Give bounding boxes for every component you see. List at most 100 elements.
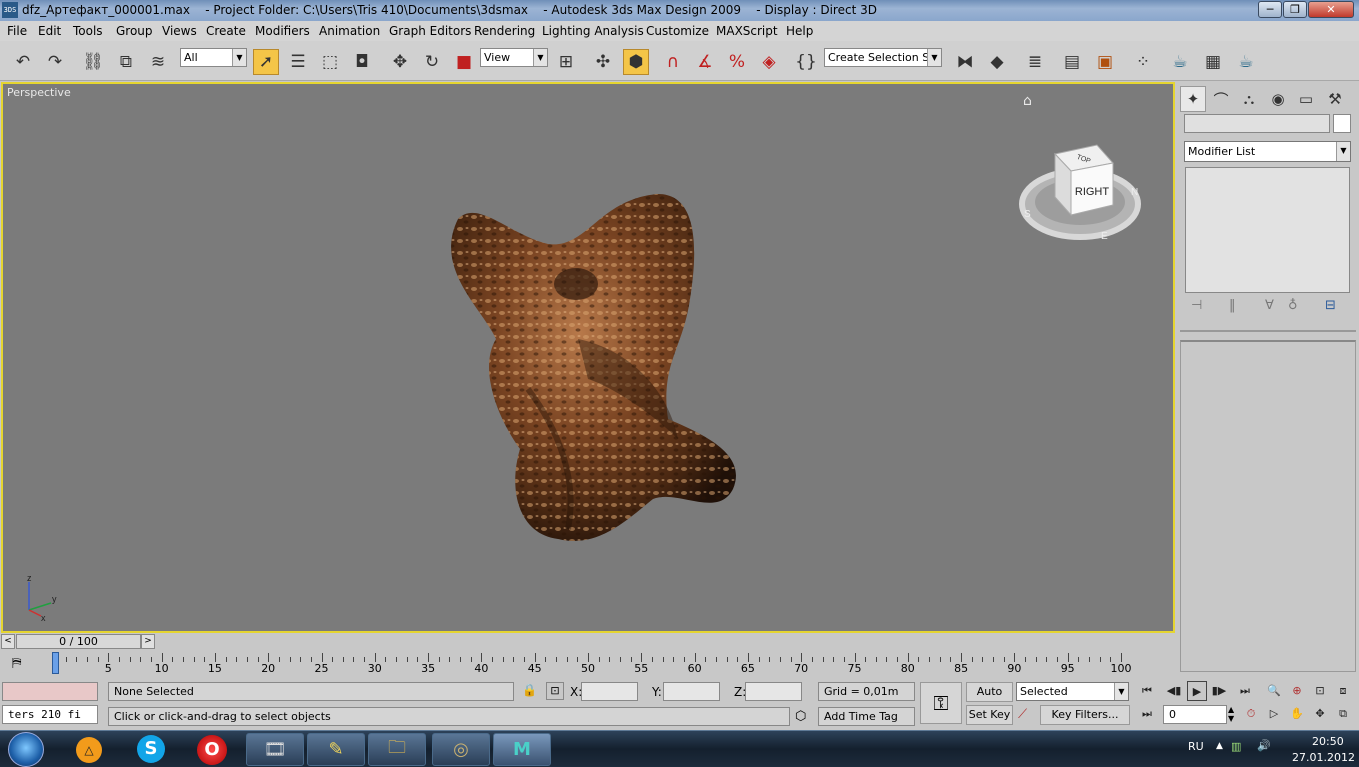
quick-render-icon[interactable]: ☕ xyxy=(1233,49,1259,75)
current-frame-field[interactable]: 0 xyxy=(1163,705,1227,724)
menu-animation[interactable]: Animation xyxy=(319,24,380,38)
key-mode-dropdown[interactable]: Selected ▼ xyxy=(1016,682,1129,701)
add-time-tag-button[interactable]: Add Time Tag xyxy=(818,707,915,726)
modifier-stack[interactable] xyxy=(1185,167,1350,293)
z-coordinate-field[interactable] xyxy=(745,682,802,701)
previous-frame-icon[interactable]: ◀▮ xyxy=(1164,681,1184,701)
hierarchy-tab-icon[interactable]: ⛬ xyxy=(1236,86,1262,112)
time-slider-thumb[interactable]: 0 / 100 xyxy=(16,634,141,649)
taskbar-3dsmax[interactable]: M xyxy=(493,733,551,766)
next-frame-icon[interactable]: ▮▶ xyxy=(1209,681,1229,701)
select-and-scale-icon[interactable]: ■ xyxy=(451,49,477,75)
taskbar-explorer[interactable]: 🗀 xyxy=(368,733,426,766)
render-setup-icon[interactable]: ☕ xyxy=(1167,49,1193,75)
maximize-viewport-icon[interactable]: ⧉ xyxy=(1333,704,1353,724)
modifier-list-dropdown[interactable]: Modifier List ▼ xyxy=(1184,141,1351,162)
object-color-swatch[interactable] xyxy=(1333,114,1351,133)
motion-tab-icon[interactable]: ◉ xyxy=(1265,86,1291,112)
menu-create[interactable]: Create xyxy=(206,24,246,38)
zoom-extents-all-icon[interactable]: ⧈ xyxy=(1333,681,1353,701)
utilities-tab-icon[interactable]: ⚒ xyxy=(1322,86,1348,112)
maxscript-listener-mini[interactable] xyxy=(2,682,98,701)
field-of-view-icon[interactable]: ▷ xyxy=(1264,704,1284,724)
mirror-icon[interactable]: ⧓ xyxy=(952,49,978,75)
layer-manager-icon[interactable]: ≣ xyxy=(1022,49,1048,75)
bind-to-space-warp-icon[interactable]: ≋ xyxy=(145,49,171,75)
display-tab-icon[interactable]: ▭ xyxy=(1293,86,1319,112)
reference-coordinate-dropdown[interactable]: View ▼ xyxy=(480,48,548,67)
select-by-name-icon[interactable]: ☰ xyxy=(285,49,311,75)
maxscript-input[interactable]: ters 210 fi xyxy=(2,705,98,724)
menu-customize[interactable]: Customize xyxy=(646,24,709,38)
frame-ruler[interactable]: 0510152025303540455055606570758085909510… xyxy=(52,652,1155,678)
angle-snap-icon[interactable]: ∡ xyxy=(692,49,718,75)
home-icon[interactable]: ⌂ xyxy=(1023,93,1032,109)
network-icon[interactable]: ▥ xyxy=(1231,740,1241,753)
set-key-big-button[interactable]: ⚿ xyxy=(920,682,962,724)
menu-help[interactable]: Help xyxy=(786,24,813,38)
curve-editor-icon[interactable]: ▤ xyxy=(1059,49,1085,75)
x-coordinate-field[interactable] xyxy=(581,682,638,701)
start-button[interactable] xyxy=(8,732,44,767)
menu-modifiers[interactable]: Modifiers xyxy=(255,24,310,38)
auto-key-button[interactable]: Auto Key xyxy=(966,682,1013,716)
select-and-link-icon[interactable]: ⛓ xyxy=(80,49,106,75)
pan-view-icon[interactable]: ✋ xyxy=(1287,704,1307,724)
make-unique-icon[interactable]: ∀ xyxy=(1265,298,1274,313)
menu-group[interactable]: Group xyxy=(116,24,153,38)
select-and-rotate-icon[interactable]: ↻ xyxy=(419,49,445,75)
frame-spinner-icon[interactable]: ▲ ▼ xyxy=(1228,705,1234,723)
default-tangents-icon[interactable]: ⟋ xyxy=(1018,707,1027,722)
object-name-field[interactable] xyxy=(1184,114,1330,133)
current-frame-marker[interactable] xyxy=(52,652,59,674)
taskbar-game[interactable]: ◎ xyxy=(432,733,490,766)
edit-named-selection-icon[interactable]: {} xyxy=(793,49,819,75)
rendered-frame-window-icon[interactable]: ▦ xyxy=(1200,49,1226,75)
play-icon[interactable]: ▶ xyxy=(1187,681,1207,701)
create-tab-icon[interactable]: ✦ xyxy=(1180,86,1206,112)
select-and-move-icon[interactable]: ✥ xyxy=(387,49,413,75)
menu-graph-editors[interactable]: Graph Editors xyxy=(389,24,471,38)
spinner-snap-icon[interactable]: ◈ xyxy=(756,49,782,75)
pin-stack-icon[interactable]: ⊣ xyxy=(1191,298,1202,313)
key-mode-toggle-icon[interactable]: ⏭ xyxy=(1137,704,1157,724)
keyboard-shortcut-override-icon[interactable]: ⬢ xyxy=(623,49,649,75)
orbit-icon[interactable]: ✥ xyxy=(1310,704,1330,724)
track-bar[interactable]: ⛿ 05101520253035404550556065707580859095… xyxy=(0,652,1175,678)
schematic-view-icon[interactable]: ▣ xyxy=(1092,49,1118,75)
minimize-button[interactable]: ─ xyxy=(1258,1,1282,18)
snaps-toggle-icon[interactable]: ∩ xyxy=(660,49,686,75)
menu-views[interactable]: Views xyxy=(162,24,197,38)
zoom-extents-icon[interactable]: ⊡ xyxy=(1310,681,1330,701)
artifact-3d-object[interactable] xyxy=(428,189,748,549)
modify-tab-icon[interactable]: ⌒ xyxy=(1208,86,1234,112)
language-indicator[interactable]: RU xyxy=(1188,740,1204,753)
absolute-mode-icon[interactable]: ⊡ xyxy=(546,682,564,700)
menu-lighting-analysis[interactable]: Lighting Analysis xyxy=(542,24,644,38)
selection-filter-dropdown[interactable]: All ▼ xyxy=(180,48,247,67)
unlink-icon[interactable]: ⧉ xyxy=(113,49,139,75)
close-button[interactable]: ✕ xyxy=(1308,1,1354,18)
go-to-start-icon[interactable]: ⏮ xyxy=(1137,681,1157,701)
zoom-all-icon[interactable]: ⊕ xyxy=(1287,681,1307,701)
menu-file[interactable]: File xyxy=(7,24,27,38)
undo-icon[interactable]: ↶ xyxy=(10,49,36,75)
rectangular-selection-icon[interactable]: ⬚ xyxy=(317,49,343,75)
time-slider-next[interactable]: > xyxy=(141,634,155,649)
configure-modifier-sets-icon[interactable]: ⊟ xyxy=(1325,298,1336,313)
taskbar-media-player[interactable]: 🎞 xyxy=(246,733,304,766)
y-coordinate-field[interactable] xyxy=(663,682,720,701)
maximize-button[interactable]: ❐ xyxy=(1283,1,1307,18)
select-and-manipulate-icon[interactable]: ✣ xyxy=(590,49,616,75)
viewcube[interactable]: RIGHT TOP S N E xyxy=(1015,139,1145,249)
show-hidden-icons-icon[interactable]: ▲ xyxy=(1216,741,1223,751)
menu-maxscript[interactable]: MAXScript xyxy=(716,24,778,38)
window-crossing-icon[interactable]: ◘ xyxy=(349,49,375,75)
menu-edit[interactable]: Edit xyxy=(38,24,61,38)
track-bar-filter-icon[interactable]: ⛿ xyxy=(12,656,21,671)
opera-icon[interactable]: O xyxy=(197,735,227,765)
align-icon[interactable]: ◆ xyxy=(984,49,1010,75)
menu-rendering[interactable]: Rendering xyxy=(474,24,535,38)
pivot-point-center-icon[interactable]: ⊞ xyxy=(553,49,579,75)
perspective-viewport[interactable]: Perspective ⌂ RIGHT TOP S N E z y x xyxy=(1,82,1175,633)
